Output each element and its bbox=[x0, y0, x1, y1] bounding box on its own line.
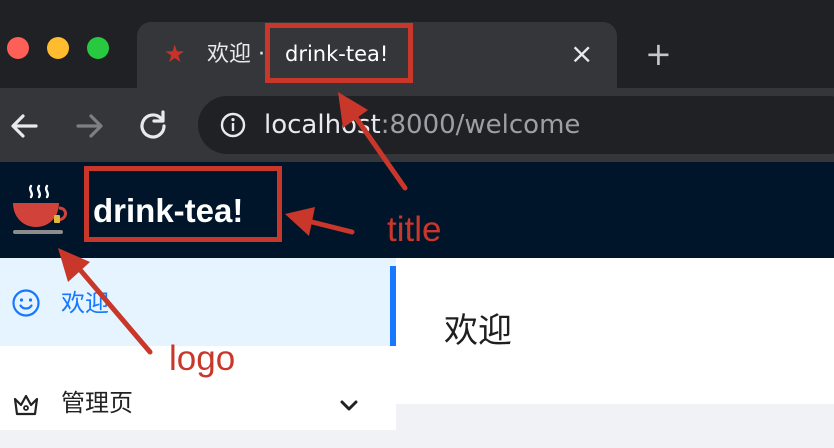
chevron-down-icon[interactable] bbox=[338, 394, 360, 416]
smile-icon bbox=[12, 289, 40, 317]
browser-toolbar: localhost:8000/welcome bbox=[0, 88, 834, 162]
url-text[interactable]: localhost:8000/welcome bbox=[264, 108, 580, 142]
page-title: 欢迎 bbox=[444, 311, 512, 351]
new-tab-button[interactable]: + bbox=[645, 36, 672, 72]
url-host: localhost bbox=[264, 110, 381, 140]
sidebar-item-label: 管理页 bbox=[61, 389, 133, 417]
url-path: :8000/welcome bbox=[380, 110, 581, 140]
minimize-window-button[interactable] bbox=[47, 37, 69, 59]
address-bar[interactable]: localhost:8000/welcome bbox=[198, 96, 834, 154]
maximize-window-button[interactable] bbox=[87, 37, 109, 59]
crown-icon bbox=[13, 394, 39, 416]
annotation-logo-label: logo bbox=[169, 339, 236, 378]
tea-cup-logo-icon bbox=[13, 184, 67, 234]
sidebar-item-label: 欢迎 bbox=[61, 289, 109, 317]
forward-arrow-icon[interactable] bbox=[68, 106, 108, 146]
sidebar-item-welcome[interactable]: 欢迎 bbox=[0, 258, 396, 346]
close-window-button[interactable] bbox=[7, 37, 29, 59]
reload-icon[interactable] bbox=[133, 106, 173, 146]
annotation-title-label: title bbox=[387, 210, 442, 249]
tab-title-prefix: 欢迎 · bbox=[207, 42, 265, 67]
tab-close-button[interactable]: × bbox=[570, 37, 593, 71]
app-title-highlight-box bbox=[84, 166, 282, 242]
site-info-icon[interactable] bbox=[220, 112, 246, 138]
browser-tab-strip: ★ 欢迎 · × + bbox=[0, 0, 834, 88]
favicon-star-icon: ★ bbox=[164, 40, 186, 68]
tab-title: drink-tea! bbox=[285, 42, 389, 66]
page-header-card: 欢迎 bbox=[396, 258, 834, 404]
tab-title-highlight-box: drink-tea! bbox=[265, 23, 413, 83]
back-arrow-icon[interactable] bbox=[6, 106, 46, 146]
